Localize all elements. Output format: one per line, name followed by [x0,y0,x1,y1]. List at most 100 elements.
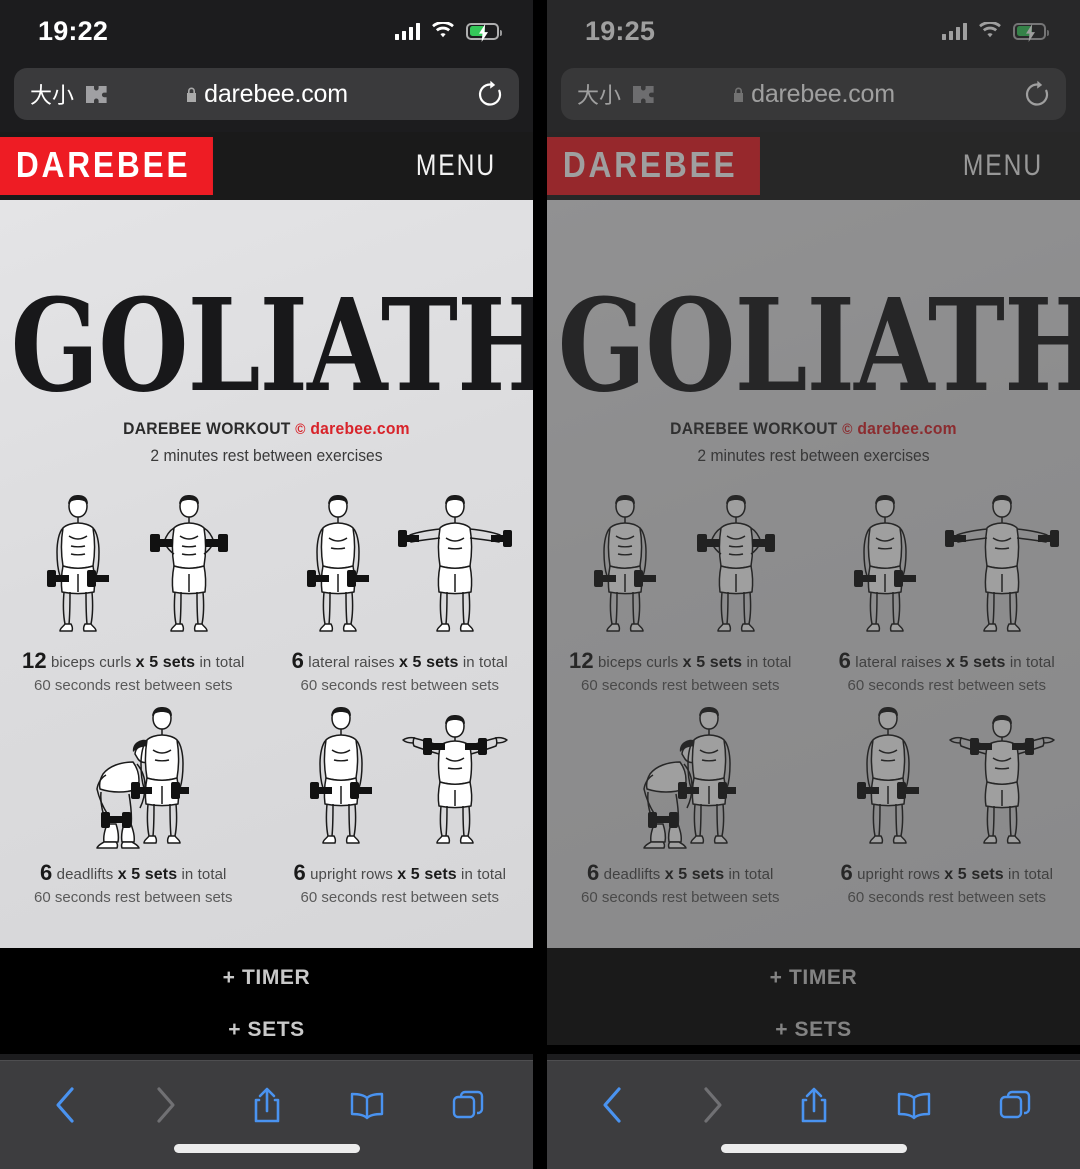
status-indicators [941,22,1049,42]
exercise-name: upright rows [310,865,393,883]
exercise-caption: 6 deadlifts x 5 sets in total 60 seconds… [559,860,802,906]
poster-rest-note: 2 minutes rest between exercises [150,445,383,465]
browser-toolbar [0,1060,533,1169]
exercise-sets: x 5 sets [135,653,196,671]
darebee-logo[interactable]: DAREBEE [547,137,761,195]
exercise-suffix: in total [181,865,227,883]
bookmarks-book-icon[interactable] [332,1079,402,1131]
add-timer-link[interactable]: + TIMER [0,952,533,1004]
text-size-button[interactable]: 大小 [30,78,74,110]
exercise-name: upright rows [857,865,940,883]
signal-bars-icon [394,22,420,40]
exercise-grid: 12 biceps curls x 5 sets in total 60 sec… [0,488,533,906]
exercise-caption: 12 biceps curls x 5 sets in total 60 sec… [12,648,255,694]
exercise-sets: x 5 sets [664,865,725,883]
share-icon[interactable] [232,1079,302,1131]
exercise-sets: x 5 sets [399,653,459,671]
exercise-reps: 6 [838,647,852,673]
site-header: DAREBEE MENU [0,132,533,200]
exercise-suffix: in total [1008,865,1054,883]
add-timer-link[interactable]: + TIMER [547,952,1080,1004]
url-bar-container: 大小 darebee.com [547,62,1080,132]
credit-domain: darebee.com [310,418,410,438]
exercise-reps: 6 [40,859,53,885]
upright-rows-figures [826,700,1069,850]
exercise-cell: 12 biceps curls x 5 sets in total 60 sec… [0,488,267,694]
add-sets-link[interactable]: + SETS [0,1004,533,1056]
back-chevron-icon[interactable] [30,1079,100,1131]
copyright-icon: © [842,420,853,438]
site-header: DAREBEE MENU [547,132,1080,200]
back-chevron-icon[interactable] [577,1079,647,1131]
exercise-sets: x 5 sets [682,653,743,671]
share-icon[interactable] [779,1079,849,1131]
exercise-rest: 60 seconds rest between sets [34,676,233,694]
exercise-rest: 60 seconds rest between sets [847,676,1046,694]
exercise-rest: 60 seconds rest between sets [847,888,1046,906]
dual-screenshot-container: 19:22 大小 darebee.com DAREBEE MENU GOLIAT… [0,0,1080,1169]
exercise-reps: 12 [22,647,47,673]
exercise-caption: 6 upright rows x 5 sets in total 60 seco… [826,860,1069,906]
deadlifts-figures [559,700,802,850]
exercise-name: lateral raises [855,653,942,671]
exercise-reps: 6 [291,647,305,673]
exercise-caption: 6 lateral raises x 5 sets in total 60 se… [826,648,1069,694]
lock-icon [187,87,197,102]
exercise-reps: 6 [587,859,600,885]
workout-poster: GOLIATH DAREBEE WORKOUT © darebee.com 2 … [547,200,1080,948]
puzzle-piece-icon[interactable] [84,83,111,105]
text-size-button[interactable]: 大小 [577,78,621,110]
poster-credit: DAREBEE WORKOUT © darebee.com [21,419,511,439]
darebee-logo[interactable]: DAREBEE [0,137,214,195]
exercise-caption: 6 lateral raises x 5 sets in total 60 se… [279,648,522,694]
address-bar[interactable]: 大小 darebee.com [14,68,519,120]
exercise-rest: 60 seconds rest between sets [300,676,499,694]
exercise-cell: 6 upright rows x 5 sets in total 60 seco… [267,700,534,906]
exercise-reps: 6 [840,859,853,885]
exercise-suffix: in total [462,653,508,671]
phone-screen-right: 19:25 大小 darebee.com DAREBEE MENU GOLIAT… [547,0,1080,1169]
reload-icon[interactable] [1024,80,1050,108]
menu-button[interactable]: MENU [416,149,496,183]
wifi-icon [979,22,1001,38]
exercise-suffix: in total [199,653,245,671]
add-sets-link[interactable]: + SETS [547,1004,1080,1056]
url-bar-container: 大小 darebee.com [0,62,533,132]
exercise-sets: x 5 sets [944,865,1004,883]
exercise-reps: 6 [293,859,306,885]
page-action-links: + TIMER + SETS [547,948,1080,1054]
exercise-suffix: in total [728,865,774,883]
home-indicator [173,1144,360,1153]
exercise-caption: 6 deadlifts x 5 sets in total 60 seconds… [12,860,255,906]
exercise-sets: x 5 sets [117,865,178,883]
tabs-icon[interactable] [433,1079,503,1131]
exercise-sets: x 5 sets [397,865,457,883]
exercise-rest: 60 seconds rest between sets [581,676,780,694]
page-title: GOLIATH [10,271,533,421]
workout-poster: GOLIATH DAREBEE WORKOUT © darebee.com 2 … [0,200,533,948]
tabs-icon[interactable] [980,1079,1050,1131]
poster-heading: GOLIATH DAREBEE WORKOUT © darebee.com 2 … [547,200,1080,466]
reload-icon[interactable] [477,80,503,108]
poster-heading: GOLIATH DAREBEE WORKOUT © darebee.com 2 … [0,200,533,466]
menu-button[interactable]: MENU [963,149,1043,183]
address-bar[interactable]: 大小 darebee.com [561,68,1066,120]
exercise-cell: 6 deadlifts x 5 sets in total 60 seconds… [547,700,814,906]
forward-chevron-icon [131,1079,201,1131]
deadlifts-figures [12,700,255,850]
browser-toolbar [547,1060,1080,1169]
exercise-cell: 6 lateral raises x 5 sets in total 60 se… [814,488,1080,694]
credit-prefix: DAREBEE WORKOUT [123,418,291,438]
bookmarks-book-icon[interactable] [879,1079,949,1131]
exercise-grid: 12 biceps curls x 5 sets in total 60 sec… [547,488,1080,906]
exercise-reps: 12 [569,647,594,673]
exercise-name: biceps curls [50,653,132,671]
exercise-suffix: in total [746,653,792,671]
puzzle-piece-icon[interactable] [631,83,658,105]
url-text: darebee.com [204,79,348,108]
upright-rows-figures [279,700,522,850]
lateral-raises-figures [826,488,1069,638]
page-action-links: + TIMER + SETS [0,948,533,1054]
exercise-rest: 60 seconds rest between sets [34,888,233,906]
exercise-suffix: in total [461,865,507,883]
